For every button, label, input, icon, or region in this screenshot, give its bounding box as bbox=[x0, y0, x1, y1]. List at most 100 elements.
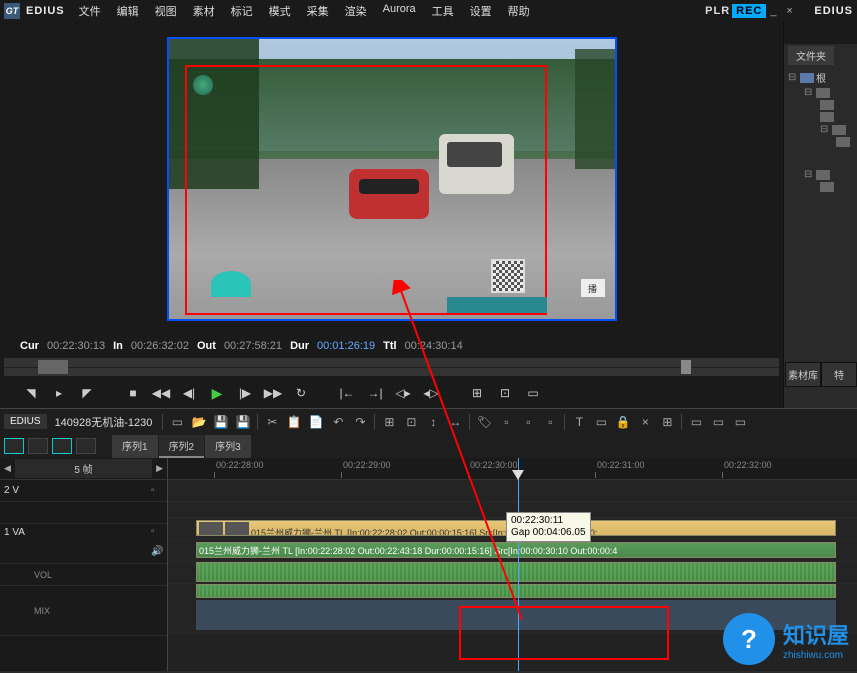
tool-button[interactable]: 🔒 bbox=[613, 413, 633, 431]
tool-button[interactable]: ▭ bbox=[591, 413, 611, 431]
stop-button[interactable]: ■ bbox=[122, 384, 144, 402]
redo-button[interactable]: ↷ bbox=[350, 413, 370, 431]
go-out-button[interactable]: →| bbox=[364, 384, 386, 402]
ripple-mode-button[interactable] bbox=[52, 438, 72, 454]
tree-item[interactable]: ⊟ bbox=[788, 168, 853, 181]
replace-button[interactable]: ▭ bbox=[522, 384, 544, 402]
track-lane-v2[interactable] bbox=[168, 480, 857, 502]
minimize-button[interactable]: _ bbox=[770, 5, 782, 17]
tool-button[interactable]: ⊞ bbox=[657, 413, 677, 431]
tool-button[interactable]: 🏷 bbox=[474, 413, 494, 431]
set-in-button[interactable]: ◥ bbox=[20, 384, 42, 402]
tool-button[interactable]: ▫ bbox=[518, 413, 538, 431]
menu-settings[interactable]: 设置 bbox=[464, 1, 498, 21]
loop-button[interactable]: ↻ bbox=[290, 384, 312, 402]
audio-clip[interactable]: 015兰州威力狮-兰州 TL [In:00:22:28:02 Out:00:22… bbox=[196, 542, 836, 558]
set-out-button[interactable]: ◤ bbox=[76, 384, 98, 402]
toggle-icon[interactable]: ▫ bbox=[151, 485, 163, 497]
open-button[interactable]: 📂 bbox=[189, 413, 209, 431]
tool-button[interactable]: ▭ bbox=[730, 413, 750, 431]
playhead[interactable] bbox=[518, 458, 519, 671]
cut-button[interactable]: ✂ bbox=[262, 413, 282, 431]
tree-item[interactable] bbox=[788, 99, 853, 111]
tool-button[interactable]: ▫ bbox=[496, 413, 516, 431]
video-preview[interactable]: 播 bbox=[167, 37, 617, 321]
jog-fwd-button[interactable]: ◂▷ bbox=[420, 384, 442, 402]
prev-frame-button[interactable]: ◀| bbox=[178, 384, 200, 402]
track-lane-va1-audio[interactable]: 015兰州威力狮-兰州 TL [In:00:22:28:02 Out:00:22… bbox=[168, 540, 857, 562]
menu-render[interactable]: 渲染 bbox=[339, 1, 373, 21]
jog-back-button[interactable]: ◁▸ bbox=[392, 384, 414, 402]
tc-in[interactable]: 00:26:32:02 bbox=[131, 340, 189, 352]
undo-button[interactable]: ↶ bbox=[328, 413, 348, 431]
set-in-2-button[interactable]: ▸ bbox=[48, 384, 70, 402]
tc-out[interactable]: 00:27:58:21 bbox=[224, 340, 282, 352]
tree-item[interactable] bbox=[788, 111, 853, 123]
tab-effects[interactable]: 特 bbox=[821, 362, 857, 387]
expand-icon[interactable]: ⊟ bbox=[804, 87, 814, 98]
menu-tools[interactable]: 工具 bbox=[426, 1, 460, 21]
time-ruler[interactable]: 00:22:28:00 00:22:29:00 00:22:30:00 00:2… bbox=[168, 458, 857, 480]
seq-tab-1[interactable]: 序列1 bbox=[112, 435, 158, 458]
track-header-mix[interactable]: MIX bbox=[0, 586, 167, 636]
seq-tab-3[interactable]: 序列3 bbox=[205, 435, 251, 458]
menu-mode[interactable]: 模式 bbox=[263, 1, 297, 21]
close-button[interactable]: × bbox=[786, 5, 798, 17]
bin-folder-tab[interactable]: 文件夹 bbox=[788, 46, 834, 65]
plr-rec-toggle[interactable]: PLR REC bbox=[705, 4, 766, 18]
track-header-vol[interactable]: VOL bbox=[0, 564, 167, 586]
tc-ttl[interactable]: 00:24:30:14 bbox=[405, 340, 463, 352]
scrub-range-box[interactable] bbox=[38, 360, 68, 374]
menu-marker[interactable]: 标记 bbox=[225, 1, 259, 21]
tree-item[interactable]: ⊟ bbox=[788, 86, 853, 99]
menu-edit[interactable]: 编辑 bbox=[111, 1, 145, 21]
menu-capture[interactable]: 采集 bbox=[301, 1, 335, 21]
tool-button[interactable]: ⊞ bbox=[379, 413, 399, 431]
collapse-icon[interactable]: ⊟ bbox=[788, 72, 798, 83]
paste-button[interactable]: 📄 bbox=[306, 413, 326, 431]
tool-button[interactable]: ↔ bbox=[445, 413, 465, 431]
insert-mode-button[interactable] bbox=[4, 438, 24, 454]
expand-icon[interactable]: ⊟ bbox=[804, 169, 814, 180]
tree-root[interactable]: ⊟根 bbox=[788, 69, 853, 86]
tool-button[interactable]: T bbox=[569, 413, 589, 431]
scrubber[interactable] bbox=[4, 358, 779, 376]
rewind-button[interactable]: ◀◀ bbox=[150, 384, 172, 402]
zoom-value[interactable]: 5 帧 bbox=[15, 459, 152, 478]
tool-button[interactable]: ▭ bbox=[708, 413, 728, 431]
save-button[interactable]: 💾 bbox=[211, 413, 231, 431]
tool-button[interactable]: ▭ bbox=[686, 413, 706, 431]
sync-mode-button[interactable] bbox=[76, 438, 96, 454]
tree-item[interactable]: ⊟ bbox=[788, 123, 853, 136]
tool-button[interactable]: ↕ bbox=[423, 413, 443, 431]
insert-button[interactable]: ⊞ bbox=[466, 384, 488, 402]
tool-button[interactable]: × bbox=[635, 413, 655, 431]
audio-icon[interactable]: 🔊 bbox=[151, 546, 163, 558]
fforward-button[interactable]: ▶▶ bbox=[262, 384, 284, 402]
toggle-icon[interactable]: ▫ bbox=[151, 526, 163, 538]
tc-dur[interactable]: 00:01:26:19 bbox=[317, 340, 375, 352]
audio-waveform-2[interactable] bbox=[196, 584, 836, 598]
track-lane-vol[interactable] bbox=[168, 562, 857, 584]
tool-button[interactable]: ▫ bbox=[540, 413, 560, 431]
tool-button[interactable]: ⊡ bbox=[401, 413, 421, 431]
scrub-handle[interactable] bbox=[681, 360, 691, 374]
go-in-button[interactable]: |← bbox=[336, 384, 358, 402]
tree-item[interactable] bbox=[788, 181, 853, 193]
menu-clip[interactable]: 素材 bbox=[187, 1, 221, 21]
menu-aurora[interactable]: Aurora bbox=[377, 1, 422, 21]
tc-cur[interactable]: 00:22:30:13 bbox=[47, 340, 105, 352]
track-header-va1[interactable]: 1 VA ▫ 🔊 bbox=[0, 524, 167, 564]
expand-icon[interactable]: ⊟ bbox=[820, 124, 830, 135]
seq-tab-2[interactable]: 序列2 bbox=[159, 435, 205, 458]
new-sequence-button[interactable]: ▭ bbox=[167, 413, 187, 431]
copy-button[interactable]: 📋 bbox=[284, 413, 304, 431]
overwrite-button[interactable]: ⊡ bbox=[494, 384, 516, 402]
menu-help[interactable]: 帮助 bbox=[502, 1, 536, 21]
overwrite-mode-button[interactable] bbox=[28, 438, 48, 454]
menu-view[interactable]: 视图 bbox=[149, 1, 183, 21]
save-as-button[interactable]: 💾 bbox=[233, 413, 253, 431]
tree-item[interactable] bbox=[788, 136, 853, 148]
play-button[interactable]: ▶ bbox=[206, 384, 228, 402]
track-header-v2[interactable]: 2 V ▫ bbox=[0, 480, 167, 502]
